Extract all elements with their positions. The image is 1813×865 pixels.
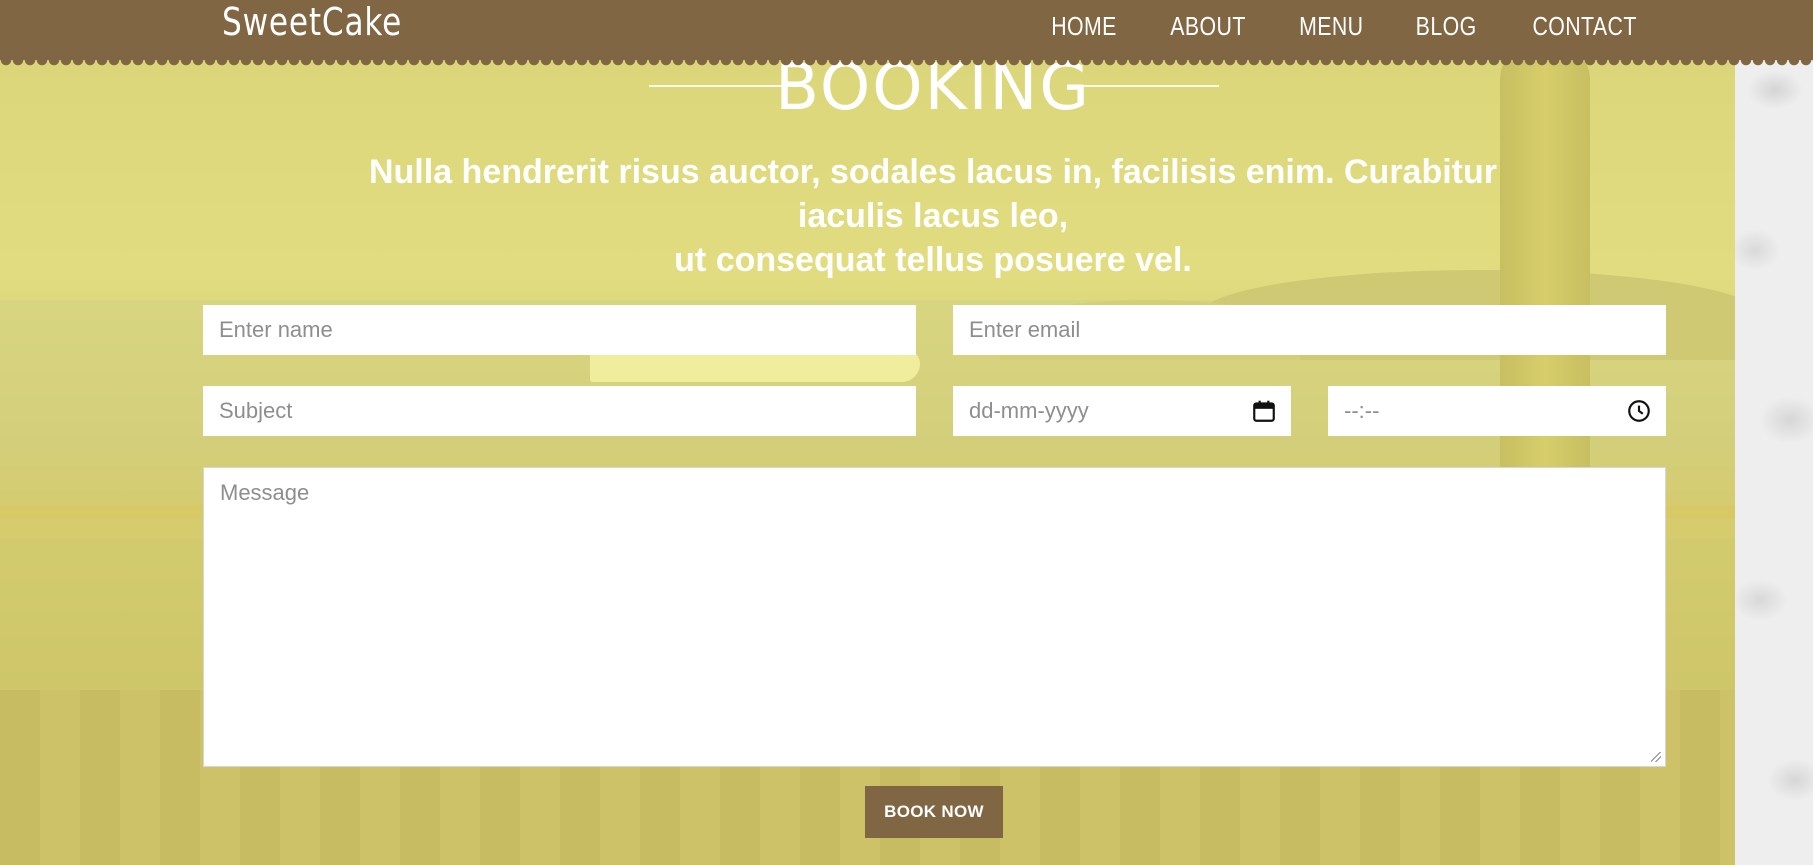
book-now-button[interactable]: BOOK NOW bbox=[865, 786, 1003, 838]
subtitle-line-2: ut consequat tellus posuere vel. bbox=[674, 241, 1192, 279]
time-placeholder: --:-- bbox=[1344, 398, 1380, 423]
subtitle-line-1: Nulla hendrerit risus auctor, sodales la… bbox=[368, 153, 1497, 235]
date-placeholder: dd-mm-yyyy bbox=[969, 398, 1089, 423]
header-scallop-edge bbox=[0, 60, 1813, 68]
side-decoration bbox=[1735, 0, 1813, 865]
message-field[interactable]: Message bbox=[203, 467, 1666, 767]
nav-about[interactable]: ABOUT bbox=[1170, 8, 1246, 44]
nav-contact[interactable]: CONTACT bbox=[1532, 8, 1636, 44]
nav-menu[interactable]: MENU bbox=[1299, 8, 1363, 44]
nav-home[interactable]: HOME bbox=[1051, 8, 1117, 44]
clock-icon[interactable] bbox=[1626, 398, 1652, 424]
booking-subtitle: Nulla hendrerit risus auctor, sodales la… bbox=[360, 150, 1506, 282]
site-logo[interactable]: SweetCake bbox=[222, 2, 402, 42]
main-nav: HOME ABOUT MENU BLOG CONTACT bbox=[1044, 8, 1648, 44]
subject-field[interactable]: Subject bbox=[203, 386, 916, 436]
email-placeholder: Enter email bbox=[969, 317, 1081, 342]
name-placeholder: Enter name bbox=[219, 317, 333, 342]
date-field[interactable]: dd-mm-yyyy bbox=[953, 386, 1291, 436]
email-field[interactable]: Enter email bbox=[953, 305, 1666, 355]
calendar-icon[interactable] bbox=[1251, 398, 1277, 424]
message-placeholder: Message bbox=[220, 480, 310, 505]
nav-blog[interactable]: BLOG bbox=[1415, 8, 1476, 44]
name-field[interactable]: Enter name bbox=[203, 305, 916, 355]
site-header: SweetCake HOME ABOUT MENU BLOG CONTACT bbox=[0, 0, 1813, 68]
subject-placeholder: Subject bbox=[219, 398, 293, 423]
time-field[interactable]: --:-- bbox=[1328, 386, 1666, 436]
resize-handle[interactable] bbox=[1651, 752, 1661, 762]
